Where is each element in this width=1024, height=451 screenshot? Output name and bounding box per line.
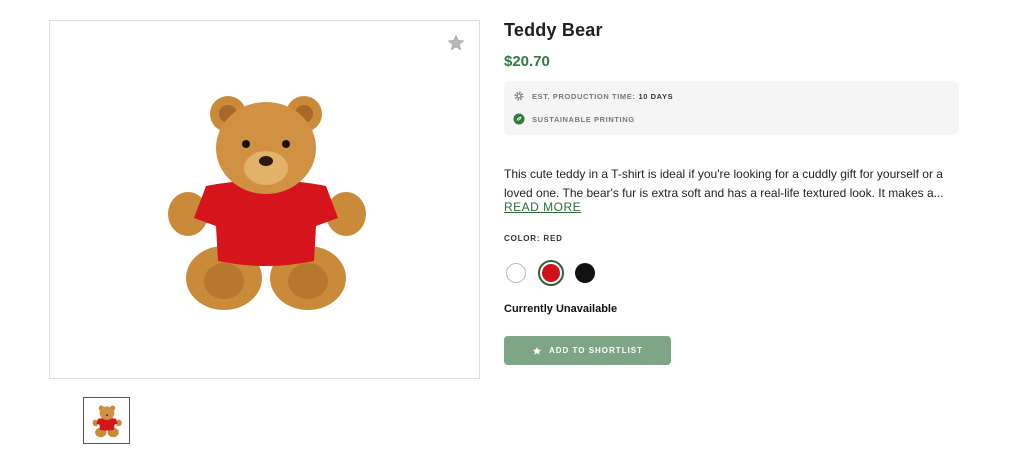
leaf-icon (513, 113, 525, 125)
color-label: COLOR: RED (504, 234, 563, 243)
gear-icon (514, 91, 524, 101)
add-to-shortlist-button[interactable]: ADD TO SHORTLIST (504, 336, 671, 365)
availability-status: Currently Unavailable (504, 303, 618, 315)
sustainable-printing-label: SUSTAINABLE PRINTING (532, 114, 635, 124)
production-time-value: 10 DAYS (638, 91, 674, 101)
teddy-bear-thumbnail-icon (92, 405, 122, 438)
product-price: $20.70 (504, 53, 550, 70)
color-swatch-black[interactable] (575, 263, 595, 283)
product-image-panel (49, 20, 480, 379)
read-more-link[interactable]: READ MORE (504, 200, 581, 214)
teddy-bear-image (168, 96, 366, 310)
product-title: Teddy Bear (504, 20, 603, 40)
add-to-shortlist-label: ADD TO SHORTLIST (548, 346, 644, 355)
thumbnail-image[interactable] (83, 397, 130, 444)
sustainable-printing-feature: SUSTAINABLE PRINTING (513, 113, 635, 125)
product-description: This cute teddy in a T-shirt is ideal if… (504, 167, 944, 200)
color-swatch-red[interactable] (542, 264, 560, 282)
favorite-star-icon[interactable] (447, 34, 465, 52)
feature-box: EST. PRODUCTION TIME: 10 DAYS SUSTAINABL… (504, 81, 959, 135)
production-time-label: EST. PRODUCTION TIME: (532, 91, 636, 101)
production-time-feature: EST. PRODUCTION TIME: 10 DAYS (513, 90, 673, 102)
star-icon (532, 346, 542, 355)
color-swatch-white[interactable] (506, 263, 526, 283)
